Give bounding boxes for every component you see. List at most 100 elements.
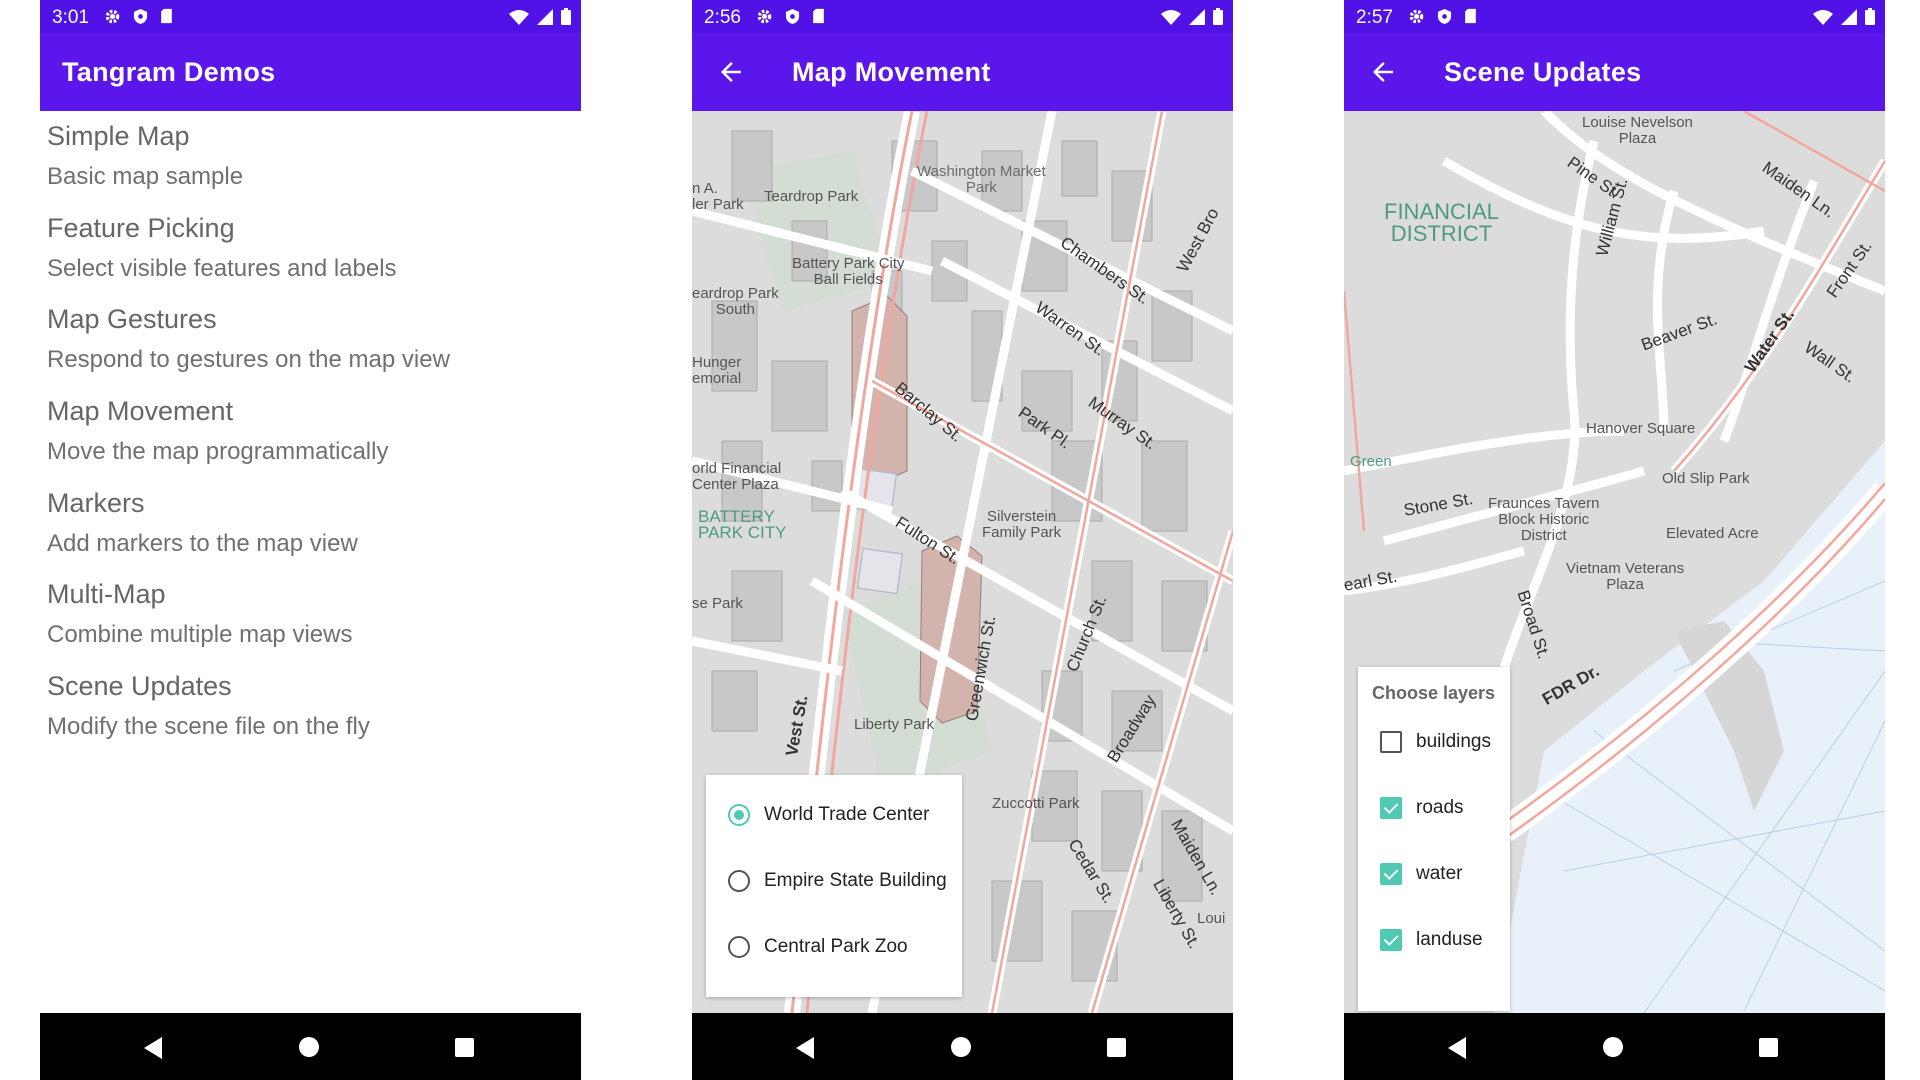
shield-icon — [785, 9, 800, 24]
checkbox-label: buildings — [1416, 731, 1491, 752]
checkbox-label: landuse — [1416, 929, 1483, 950]
navigation-bar — [692, 1013, 1233, 1080]
phone-tangram-demos: 3:01 Tangram Demos Simple Map Basic map … — [40, 0, 581, 1080]
list-item-subtitle: Add markers to the map view — [47, 529, 358, 557]
status-time: 3:01 — [52, 7, 89, 28]
nav-recents-icon[interactable] — [1107, 1038, 1126, 1057]
checkbox-checked-icon — [1380, 863, 1402, 885]
wifi-icon — [1161, 9, 1181, 25]
list-item-subtitle: Basic map sample — [47, 163, 244, 190]
checkbox-checked-icon — [1380, 929, 1402, 951]
nav-home-icon[interactable] — [951, 1037, 971, 1057]
list-item-scene-updates[interactable]: Scene Updates Modify the scene file on t… — [40, 661, 581, 753]
map-label: Liberty Park — [854, 716, 935, 733]
navigation-bar — [40, 1013, 581, 1080]
settings-icon — [1409, 9, 1424, 24]
map-label: Elevated Acre — [1666, 525, 1759, 542]
list-item-subtitle: Modify the scene file on the fly — [47, 713, 370, 741]
layer-chooser-panel: Choose layers buildings roads water land… — [1358, 667, 1510, 1011]
map-label: Fraunces Tavern Block Historic District — [1488, 495, 1600, 544]
list-item-subtitle: Move the map programmatically — [47, 438, 389, 466]
list-item-title: Map Gestures — [47, 304, 217, 335]
status-time: 2:57 — [1356, 7, 1393, 28]
list-item-feature-picking[interactable]: Feature Picking Select visible features … — [40, 203, 581, 295]
list-item-simple-map[interactable]: Simple Map Basic map sample — [40, 111, 581, 203]
map-label: n A. ler Park — [692, 180, 744, 213]
map-label: Silverstein Family Park — [982, 508, 1062, 541]
list-item-title: Multi-Map — [47, 579, 166, 610]
map-label: Hanover Square — [1586, 420, 1696, 437]
list-item-markers[interactable]: Markers Add markers to the map view — [40, 478, 581, 570]
map-label: FINANCIAL DISTRICT — [1384, 199, 1499, 246]
list-item-title: Feature Picking — [47, 212, 235, 243]
nav-recents-icon[interactable] — [455, 1038, 474, 1057]
nav-home-icon[interactable] — [299, 1037, 319, 1057]
radio-selected-icon — [728, 804, 750, 826]
map-label: Battery Park City Ball Fields — [792, 255, 905, 288]
map-label: Washington Market Park — [917, 163, 1046, 196]
nav-home-icon[interactable] — [1603, 1037, 1623, 1057]
checkbox-label: water — [1416, 863, 1463, 884]
checkbox-water[interactable]: water — [1380, 859, 1462, 889]
signal-icon — [1841, 8, 1857, 25]
checkbox-label: roads — [1416, 797, 1464, 818]
settings-icon — [105, 9, 120, 24]
status-bar: 2:56 — [692, 0, 1233, 33]
radio-world-trade-center[interactable]: World Trade Center — [728, 800, 929, 830]
sd-card-icon — [161, 8, 172, 24]
radio-unselected-icon — [728, 936, 750, 958]
nav-recents-icon[interactable] — [1759, 1038, 1778, 1057]
list-item-map-movement[interactable]: Map Movement Move the map programmatical… — [40, 386, 581, 478]
page-title: Scene Updates — [1444, 57, 1642, 87]
map-label: Zuccotti Park — [992, 795, 1080, 812]
checkbox-landuse[interactable]: landuse — [1380, 925, 1483, 955]
radio-label: World Trade Center — [764, 804, 930, 825]
settings-icon — [757, 9, 772, 24]
map-label: Louise Nevelson Plaza — [1582, 114, 1693, 147]
nav-back-icon[interactable] — [796, 1037, 816, 1059]
battery-icon — [1865, 8, 1875, 25]
list-item-title: Simple Map — [47, 121, 190, 151]
shield-icon — [1437, 9, 1452, 24]
list-item-title: Scene Updates — [47, 671, 232, 702]
map-label: Old Slip Park — [1662, 470, 1750, 487]
layer-chooser-title: Choose layers — [1372, 683, 1496, 703]
checkbox-buildings[interactable]: buildings — [1380, 727, 1491, 757]
checkbox-unchecked-icon — [1380, 731, 1402, 753]
checkbox-roads[interactable]: roads — [1380, 793, 1464, 823]
back-arrow-icon[interactable] — [1368, 57, 1398, 87]
list-item-subtitle: Select visible features and labels — [47, 254, 397, 282]
radio-label: Central Park Zoo — [764, 936, 908, 957]
list-item-subtitle: Combine multiple map views — [47, 621, 353, 649]
page-title: Map Movement — [792, 57, 991, 87]
wifi-icon — [1813, 9, 1833, 25]
phone-scene-updates: 2:57 Scene Updates Louise Nevelson Plaza… — [1344, 0, 1885, 1080]
back-arrow-icon[interactable] — [716, 57, 746, 87]
wifi-icon — [509, 9, 529, 25]
status-bar: 3:01 — [40, 0, 581, 33]
demo-list: Simple Map Basic map sample Feature Pick… — [40, 111, 581, 753]
status-time: 2:56 — [704, 7, 741, 28]
radio-unselected-icon — [728, 870, 750, 892]
nav-back-icon[interactable] — [144, 1037, 164, 1059]
map-view[interactable]: Washington Market Park Teardrop Park n A… — [692, 111, 1233, 1013]
nav-back-icon[interactable] — [1448, 1037, 1468, 1059]
sd-card-icon — [813, 8, 824, 24]
phone-map-movement: 2:56 Map Movement Washington Market Park… — [692, 0, 1233, 1080]
checkbox-checked-icon — [1380, 797, 1402, 819]
map-view[interactable]: Louise Nevelson Plaza FINANCIAL DISTRICT… — [1344, 111, 1885, 1013]
list-item-title: Markers — [47, 487, 145, 518]
map-label: Vietnam Veterans Plaza — [1566, 560, 1685, 593]
map-label: Hunger emorial — [692, 354, 742, 387]
shield-icon — [133, 9, 148, 24]
app-bar: Map Movement — [692, 33, 1233, 111]
signal-icon — [1189, 8, 1205, 25]
map-label: BATTERY PARK CITY — [698, 507, 787, 542]
list-item-multi-map[interactable]: Multi-Map Combine multiple map views — [40, 569, 581, 661]
list-item-map-gestures[interactable]: Map Gestures Respond to gestures on the … — [40, 294, 581, 386]
location-radio-group: World Trade Center Empire State Building… — [706, 775, 962, 997]
status-bar: 2:57 — [1344, 0, 1885, 33]
radio-central-park-zoo[interactable]: Central Park Zoo — [728, 932, 908, 962]
radio-empire-state-building[interactable]: Empire State Building — [728, 866, 947, 896]
map-label: Teardrop Park — [764, 188, 859, 205]
